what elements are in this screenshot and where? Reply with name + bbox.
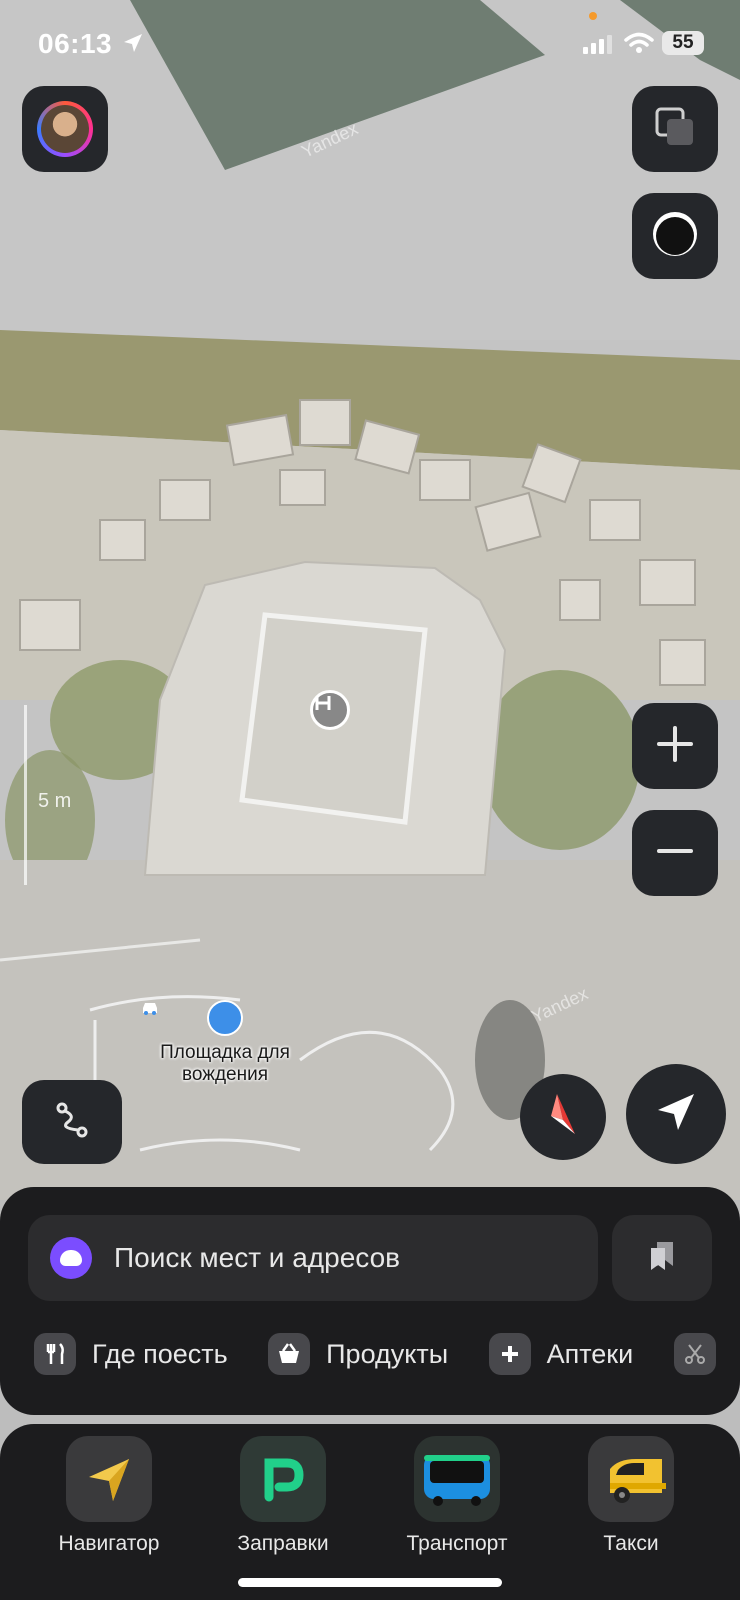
location-arrow-icon — [654, 1090, 698, 1139]
map-mode-button[interactable] — [632, 193, 718, 279]
app-fuel[interactable]: Заправки — [208, 1436, 358, 1556]
compass-icon — [543, 1090, 583, 1145]
map-scale-label: 5 m — [38, 790, 72, 812]
bookmarks-button[interactable] — [612, 1215, 712, 1301]
route-icon — [52, 1100, 92, 1145]
wifi-icon — [624, 32, 654, 59]
map-view[interactable]: Yandex Yandex 5 m Площадка для вождения — [0, 0, 740, 1200]
bookmark-icon — [645, 1239, 679, 1278]
category-chips: Где поесть Продукты Аптеки — [34, 1333, 740, 1383]
app-transport[interactable]: Транспорт — [382, 1436, 532, 1556]
route-button[interactable] — [22, 1080, 122, 1164]
zoom-out-button[interactable] — [632, 810, 718, 896]
status-time: 06:13 — [38, 28, 113, 59]
category-label: Продукты — [326, 1338, 449, 1369]
bus-icon — [414, 1436, 500, 1522]
map-scale-bar — [24, 705, 27, 885]
location-arrow-icon — [122, 32, 144, 59]
night-mode-icon — [650, 209, 700, 264]
basket-icon — [268, 1333, 311, 1375]
category-pharmacy[interactable]: Аптеки — [488, 1333, 634, 1375]
category-label: Где поесть — [92, 1338, 228, 1369]
poi-label: Площадка для вождения — [160, 1042, 290, 1085]
search-placeholder: Поиск мест и адресов — [114, 1242, 401, 1273]
helipad-icon[interactable] — [310, 690, 350, 730]
scissors-icon — [673, 1333, 716, 1375]
zoom-in-button[interactable] — [632, 703, 718, 789]
search-input[interactable]: Поиск мест и адресов — [28, 1215, 598, 1301]
category-label: Аптеки — [546, 1338, 634, 1369]
poi-driving-area[interactable]: Площадка для вождения — [140, 1000, 310, 1086]
fork-knife-icon — [34, 1333, 76, 1375]
status-bar: 06:13 55 — [0, 0, 740, 80]
battery-indicator: 55 — [662, 31, 704, 55]
layers-button[interactable] — [632, 86, 718, 172]
services-dock: Навигатор Заправки Транспорт Такси — [0, 1424, 740, 1600]
satellite-imagery — [0, 0, 740, 1200]
app-label: Навигатор — [58, 1532, 160, 1555]
app-taxi[interactable]: Такси — [556, 1436, 706, 1556]
signal-icon — [583, 34, 613, 59]
category-more[interactable] — [673, 1333, 732, 1375]
navigator-arrow-icon — [66, 1436, 152, 1522]
my-location-button[interactable] — [626, 1064, 726, 1164]
compass-button[interactable] — [520, 1074, 606, 1160]
app-label: Такси — [603, 1532, 659, 1555]
layers-icon — [653, 105, 697, 154]
avatar — [37, 101, 93, 157]
app-label: Заправки — [237, 1532, 329, 1555]
app-label: Транспорт — [406, 1532, 508, 1555]
app-navigator[interactable]: Навигатор — [34, 1436, 184, 1556]
profile-button[interactable] — [22, 86, 108, 172]
category-groceries[interactable]: Продукты — [268, 1333, 448, 1375]
minus-icon — [655, 831, 695, 876]
car-icon — [143, 1000, 243, 1036]
privacy-indicator-icon — [589, 12, 597, 20]
category-food[interactable]: Где поесть — [34, 1333, 228, 1375]
plus-icon — [655, 724, 695, 769]
fuel-p-icon — [240, 1436, 326, 1522]
taxi-car-icon — [588, 1436, 674, 1522]
search-sheet: Поиск мест и адресов Где поесть Продукты… — [0, 1187, 740, 1415]
home-indicator[interactable] — [238, 1578, 502, 1587]
plus-icon — [488, 1333, 531, 1375]
alice-assistant-icon[interactable] — [50, 1237, 92, 1279]
